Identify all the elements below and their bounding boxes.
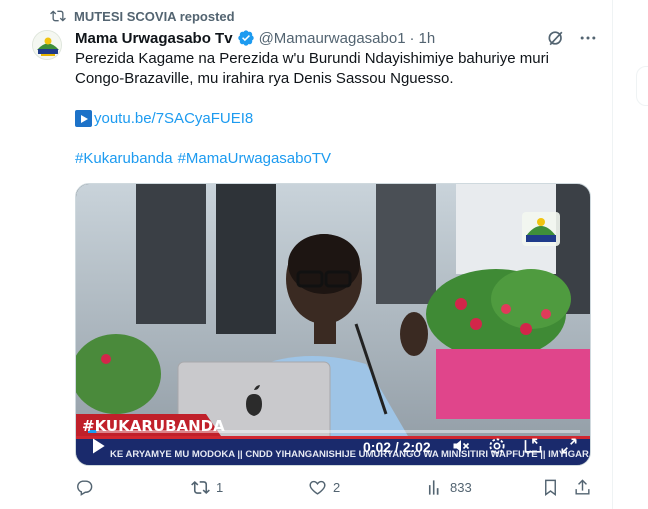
tweet-text: Perezida Kagame na Perezida w'u Burundi …: [75, 49, 595, 89]
timeline-divider: [612, 0, 613, 509]
video-player[interactable]: #KUKARUBANDA KE ARYAMYE MU MODOKA || CND…: [75, 183, 591, 466]
hashtag-kukarubanda[interactable]: #Kukarubanda: [75, 150, 173, 167]
settings-gear-icon[interactable]: [487, 436, 507, 456]
repost-label: MUTESI SCOVIA reposted: [74, 8, 235, 24]
tweet-body: Perezida Kagame na Perezida w'u Burundi …: [75, 50, 554, 87]
views-count: 833: [450, 480, 472, 495]
mute-icon[interactable]: [451, 436, 471, 456]
avatar[interactable]: [32, 30, 62, 60]
play-button-emoji-icon: [75, 110, 92, 127]
tweet-top-actions: [546, 28, 598, 48]
author-name[interactable]: Mama Urwagasabo Tv: [75, 30, 233, 47]
link-text[interactable]: youtu.be/7SACyaFUEI8: [94, 110, 253, 127]
like-count: 2: [333, 480, 341, 495]
bookmark-icon[interactable]: [541, 478, 560, 497]
reply-icon: [77, 480, 93, 496]
verified-badge-icon[interactable]: [237, 29, 255, 47]
channel-watermark-icon: [522, 212, 560, 246]
video-time: 0:02 / 2:02: [363, 439, 431, 455]
hashtags: #Kukarubanda #MamaUrwagasaboTV: [75, 150, 331, 167]
lower-third-title: #KUKARUBANDA: [82, 417, 225, 435]
timestamp[interactable]: 1h: [419, 30, 436, 47]
share-icon[interactable]: [573, 478, 592, 497]
grok-icon[interactable]: [546, 28, 566, 48]
repost-context[interactable]: MUTESI SCOVIA reposted: [50, 7, 235, 25]
hashtag-mamaurwagasabotv[interactable]: #MamaUrwagasaboTV: [178, 150, 331, 167]
author-handle[interactable]: @Mamaurwagasabo1: [259, 30, 406, 47]
repost-icon: [50, 10, 66, 22]
like-button[interactable]: 2: [308, 478, 340, 497]
heart-icon: [309, 480, 326, 495]
play-icon[interactable]: [88, 436, 108, 456]
repost-action-icon: [191, 481, 210, 494]
more-options-icon[interactable]: [578, 28, 598, 48]
views-button[interactable]: 833: [425, 478, 472, 497]
youtube-link[interactable]: youtu.be/7SACyaFUEI8: [75, 110, 253, 127]
reply-button[interactable]: [75, 478, 100, 497]
repost-count: 1: [216, 480, 224, 495]
separator-dot: ·: [409, 29, 415, 47]
views-chart-icon: [428, 480, 441, 495]
channel-logo-icon: [33, 31, 61, 59]
tweet-actions: 1 2 833: [75, 478, 595, 502]
fullscreen-icon[interactable]: [559, 436, 579, 456]
repost-button[interactable]: 1: [191, 478, 223, 497]
picture-in-picture-icon[interactable]: [523, 436, 543, 456]
tweet-header: Mama Urwagasabo Tv @Mamaurwagasabo1 · 1h: [75, 27, 435, 49]
news-ticker: KE ARYAMYE MU MODOKA || CNDD YIHANGANISH…: [110, 449, 591, 460]
sidebar-edge: [636, 66, 648, 106]
